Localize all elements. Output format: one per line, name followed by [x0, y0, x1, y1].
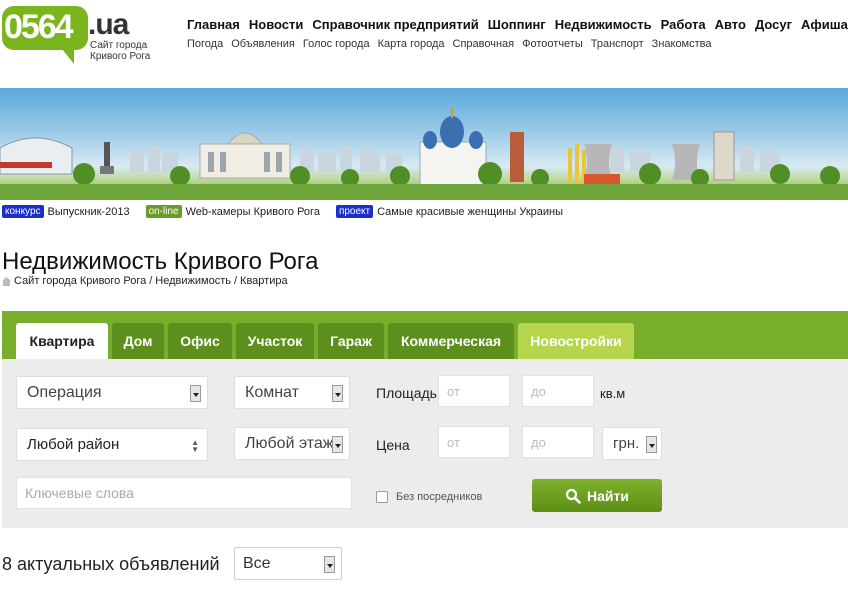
nav-spravochnik[interactable]: Справочник предприятий [312, 17, 478, 32]
subnav-transport[interactable]: Транспорт [591, 38, 644, 50]
breadcrumb-current: Квартира [240, 275, 288, 287]
promo-text[interactable]: Выпускник-2013 [48, 206, 130, 218]
subnav-znakomstva[interactable]: Знакомства [652, 38, 712, 50]
subnav-golos[interactable]: Голос города [303, 38, 370, 50]
promo-item[interactable]: проект Самые красивые женщины Украины [335, 205, 563, 218]
chevron-down-icon [332, 385, 343, 402]
subnav-pogoda[interactable]: Погода [187, 38, 223, 50]
area-from-input[interactable]: от [438, 375, 510, 407]
chevron-down-icon [190, 385, 201, 402]
tab-kommercheskaya[interactable]: Коммерческая [388, 323, 514, 359]
tab-uchastok[interactable]: Участок [236, 323, 314, 359]
district-select[interactable]: Любой район ▲ ▼ [16, 428, 208, 461]
promo-text[interactable]: Самые красивые женщины Украины [377, 206, 563, 218]
nav-afisha[interactable]: Афиша [801, 17, 848, 32]
floor-value: Любой этаж [245, 434, 334, 452]
logo-domain: .ua [88, 8, 129, 41]
operation-select[interactable]: Операция [16, 376, 208, 409]
results-filter-value: Все [243, 554, 271, 572]
breadcrumb: Сайт города Кривого Рога / Недвижимость … [2, 275, 288, 287]
price-to-input[interactable]: до [522, 426, 594, 458]
tab-garazh[interactable]: Гараж [318, 323, 384, 359]
chevron-down-icon [332, 436, 343, 453]
promo-text[interactable]: Web-камеры Кривого Рога [186, 206, 320, 218]
logo-tail [58, 44, 74, 64]
breadcrumb-home[interactable]: Сайт города Кривого Рога [14, 275, 146, 287]
search-icon [565, 488, 581, 504]
area-label: Площадь [376, 385, 437, 401]
chevron-down-icon [324, 556, 335, 573]
updown-icon: ▲ ▼ [191, 438, 199, 454]
promo-item[interactable]: конкурс Выпускник-2013 [2, 205, 130, 218]
page-title: Недвижимость Кривого Рога [2, 248, 319, 275]
nav-avto[interactable]: Авто [715, 17, 746, 32]
logo-tagline: Сайт города Кривого Рога [90, 40, 151, 62]
subnav-fotootchety[interactable]: Фотоотчеты [522, 38, 583, 50]
promo-strip: конкурс Выпускник-2013 on-line Web-камер… [2, 205, 563, 218]
find-button-label: Найти [587, 487, 629, 504]
currency-value: грн. [613, 435, 640, 452]
currency-select[interactable]: грн. [602, 427, 662, 460]
operation-value: Операция [27, 383, 102, 401]
tab-ofis[interactable]: Офис [168, 323, 232, 359]
nav-dosug[interactable]: Досуг [755, 17, 792, 32]
no-agents-checkbox[interactable]: Без посредников [376, 491, 482, 503]
nav-shopping[interactable]: Шоппинг [488, 17, 546, 32]
subnav-karta[interactable]: Карта города [378, 38, 445, 50]
nav-glavnaya[interactable]: Главная [187, 17, 240, 32]
promo-tag: конкурс [2, 205, 44, 218]
tab-dom[interactable]: Дом [112, 323, 164, 359]
breadcrumb-separator: / [149, 275, 153, 287]
nav-novosti[interactable]: Новости [249, 17, 304, 32]
district-value: Любой район [27, 436, 120, 453]
sub-nav: Погода Объявления Голос города Карта гор… [187, 38, 712, 50]
area-to-input[interactable]: до [522, 375, 594, 407]
subnav-obyavleniya[interactable]: Объявления [231, 38, 295, 50]
floor-select[interactable]: Любой этаж [234, 427, 350, 460]
tab-kvartira[interactable]: Квартира [16, 323, 108, 359]
promo-tag: проект [335, 205, 374, 218]
main-nav: Главная Новости Справочник предприятий Ш… [187, 17, 848, 32]
nav-nedvizhimost[interactable]: Недвижимость [555, 17, 652, 32]
home-icon[interactable] [2, 276, 11, 286]
promo-item[interactable]: on-line Web-камеры Кривого Рога [145, 205, 320, 218]
checkbox-box[interactable] [376, 491, 388, 503]
tabs-bar: Квартира Дом Офис Участок Гараж Коммерче… [2, 311, 848, 359]
breadcrumb-separator: / [233, 275, 238, 287]
rooms-value: Комнат [245, 383, 299, 401]
keywords-input[interactable]: Ключевые слова [16, 477, 352, 509]
no-agents-label: Без посредников [396, 491, 483, 503]
price-from-input[interactable]: от [438, 426, 510, 458]
logo-number: 0564 [4, 8, 74, 46]
breadcrumb-realty[interactable]: Недвижимость [155, 275, 231, 287]
results-count: 8 актуальных объявлений [2, 554, 220, 574]
city-banner [0, 88, 848, 200]
promo-tag: on-line [145, 205, 182, 218]
subnav-spravochnaya[interactable]: Справочная [453, 38, 515, 50]
cityscape-illustration [0, 108, 848, 200]
area-unit: кв.м [600, 386, 626, 401]
search-panel: Квартира Дом Офис Участок Гараж Коммерче… [2, 311, 848, 528]
chevron-down-icon [646, 436, 657, 453]
results-filter-select[interactable]: Все [234, 547, 342, 580]
nav-rabota[interactable]: Работа [661, 17, 706, 32]
find-button[interactable]: Найти [532, 479, 662, 512]
price-label: Цена [376, 437, 410, 453]
tab-novostroyki[interactable]: Новостройки [518, 323, 634, 359]
site-logo[interactable]: 0564 .ua Сайт города Кривого Рога [0, 4, 160, 68]
rooms-select[interactable]: Комнат [234, 376, 350, 409]
